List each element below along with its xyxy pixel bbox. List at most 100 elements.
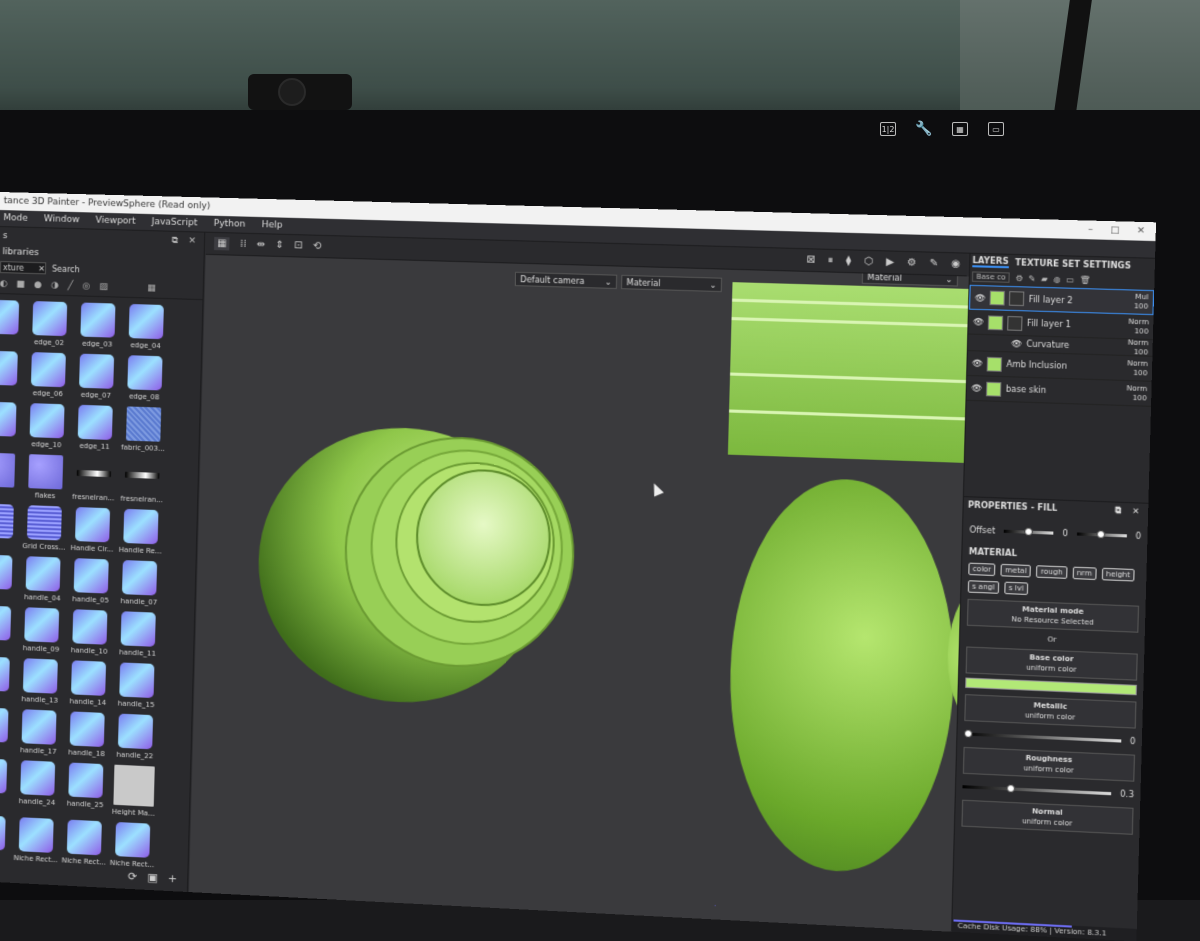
asset-tile[interactable]: Height Ma...: [110, 764, 158, 818]
asset-tile[interactable]: Handle Re...: [117, 508, 165, 556]
filter-circle-icon[interactable]: ●: [34, 280, 42, 290]
grid-icon[interactable]: ▦: [952, 122, 968, 136]
maximize-icon[interactable]: □: [1110, 225, 1120, 236]
channel-chip[interactable]: rough: [1036, 565, 1068, 579]
menu-mode[interactable]: Mode: [3, 213, 28, 224]
asset-tile[interactable]: edge_06: [25, 352, 72, 399]
layer-blend[interactable]: Mul 100: [1134, 293, 1153, 312]
mirror-x-icon[interactable]: ⇹: [256, 239, 265, 250]
display-settings-icon[interactable]: ⚙: [907, 257, 917, 269]
metallic-slider[interactable]: [963, 729, 1122, 743]
asset-tile[interactable]: handle_25: [62, 762, 110, 815]
base-color-field[interactable]: Base color uniform color: [965, 646, 1138, 681]
asset-tile[interactable]: Handle Cir...: [69, 506, 116, 554]
offset-x-slider[interactable]: [1003, 527, 1054, 536]
asset-tile[interactable]: handle_17: [15, 709, 62, 756]
filter-target-icon[interactable]: ◎: [82, 281, 90, 291]
tab-layers[interactable]: LAYERS: [972, 255, 1009, 268]
menu-window[interactable]: Window: [44, 214, 80, 225]
asset-tile[interactable]: [0, 503, 20, 550]
view-mode-3d2d-icon[interactable]: ▦: [213, 236, 231, 251]
picture-by-picture-icon[interactable]: 1|2: [880, 122, 896, 136]
channel-chip[interactable]: s angl: [967, 580, 1000, 594]
filter-brush-icon[interactable]: ◐: [0, 279, 8, 289]
filter-material-icon[interactable]: ◑: [51, 281, 59, 291]
undock-icon[interactable]: ⧉: [172, 236, 179, 246]
tab-texture-set-settings[interactable]: TEXTURE SET SETTINGS: [1015, 258, 1131, 271]
folder-icon[interactable]: ▣: [147, 871, 158, 885]
asset-tile[interactable]: [0, 299, 25, 345]
layer-blend[interactable]: Norm 100: [1127, 338, 1153, 358]
add-mask-icon[interactable]: ◍: [1053, 274, 1061, 284]
menu-viewport[interactable]: Viewport: [95, 216, 135, 227]
history-icon[interactable]: ⟲: [313, 241, 322, 252]
channel-chip[interactable]: s lvl: [1004, 581, 1029, 596]
asset-tile[interactable]: [0, 350, 24, 396]
asset-tile[interactable]: handle_15: [113, 662, 161, 709]
camera-icon[interactable]: ▶: [886, 257, 895, 269]
asset-tile[interactable]: Grid Cross...: [21, 505, 68, 552]
slider-knob[interactable]: [1096, 530, 1106, 539]
asset-tile[interactable]: [0, 656, 16, 703]
roughness-slider[interactable]: [962, 784, 1112, 796]
asset-tile[interactable]: handle_07: [116, 560, 164, 607]
screenshot-icon[interactable]: ⊠: [806, 254, 815, 266]
search-input[interactable]: xture ✕: [0, 261, 47, 275]
asset-tile[interactable]: handle_04: [19, 556, 66, 603]
mirror-y-icon[interactable]: ⇕: [275, 240, 284, 251]
eye-icon[interactable]: 👁: [1011, 339, 1022, 349]
asset-tile[interactable]: edge_04: [122, 303, 170, 351]
asset-tile[interactable]: edge_08: [121, 355, 169, 402]
pause-icon[interactable]: ⏸: [828, 255, 834, 266]
material-mode-field[interactable]: Material mode No Resource Selected: [966, 598, 1140, 633]
asset-tile[interactable]: handle_10: [66, 609, 113, 656]
base-color-swatch[interactable]: [965, 677, 1137, 696]
asset-tile[interactable]: fresnelran...: [118, 457, 166, 504]
filter-square-icon[interactable]: ■: [16, 280, 25, 290]
eye-icon[interactable]: 👁: [972, 358, 983, 368]
layer-row[interactable]: 👁 base skin Norm 100: [966, 375, 1152, 407]
asset-tile[interactable]: Niche Rect...: [61, 819, 108, 867]
asset-tile[interactable]: handle_14: [65, 660, 112, 707]
refresh-icon[interactable]: ⟳: [128, 870, 138, 884]
asset-tile[interactable]: edge_03: [74, 302, 121, 349]
menu-python[interactable]: Python: [213, 219, 245, 230]
asset-tile[interactable]: fabric_003...: [120, 406, 168, 453]
asset-tile[interactable]: fresnelran...: [70, 456, 117, 503]
menu-javascript[interactable]: JavaScript: [152, 217, 198, 228]
asset-tile[interactable]: edge_02: [26, 301, 73, 347]
asset-tile[interactable]: handle_13: [17, 658, 64, 705]
asset-tile[interactable]: Niche Rect...: [12, 817, 59, 864]
add-icon[interactable]: +: [168, 872, 178, 886]
add-effect-icon[interactable]: ⚙: [1015, 273, 1023, 283]
asset-tile[interactable]: [0, 757, 13, 811]
close-icon[interactable]: ✕: [1137, 226, 1145, 237]
channel-chip[interactable]: color: [968, 562, 996, 577]
asset-tile[interactable]: handle_09: [18, 607, 65, 654]
grid-view-icon[interactable]: ▦: [147, 283, 156, 293]
filter-image-icon[interactable]: ▨: [99, 282, 108, 292]
layer-blend[interactable]: Norm 100: [1128, 317, 1154, 337]
minimize-icon[interactable]: –: [1088, 225, 1093, 236]
asset-tile[interactable]: [0, 554, 18, 601]
asset-tile[interactable]: edge_07: [73, 353, 120, 400]
channel-chip[interactable]: height: [1101, 567, 1135, 582]
channel-select[interactable]: Base co: [971, 271, 1011, 283]
add-folder-icon[interactable]: ▭: [1066, 275, 1074, 285]
roughness-field[interactable]: Roughness uniform color: [962, 746, 1136, 782]
asset-tile[interactable]: edge_11: [71, 404, 118, 452]
channel-chip[interactable]: nrm: [1072, 566, 1097, 581]
asset-tile[interactable]: [0, 452, 21, 499]
add-fill-layer-icon[interactable]: ▰: [1041, 274, 1048, 284]
asset-tile[interactable]: handle_22: [112, 713, 160, 760]
asset-tile[interactable]: [0, 814, 12, 862]
asset-tile[interactable]: Niche Rect...: [109, 821, 157, 870]
asset-tile[interactable]: handle_18: [63, 711, 110, 758]
asset-tile[interactable]: edge_10: [23, 403, 70, 450]
close-panel-icon[interactable]: ✕: [1132, 506, 1140, 517]
undock-icon[interactable]: ⧉: [1115, 505, 1121, 516]
channel-chip[interactable]: metal: [1000, 563, 1032, 578]
asset-tile[interactable]: [0, 401, 22, 448]
viewport-3d[interactable]: Default camera⌄ Material⌄ ⊥: [188, 254, 733, 920]
view-mode-3d-icon[interactable]: ⁞⁞: [240, 239, 247, 250]
